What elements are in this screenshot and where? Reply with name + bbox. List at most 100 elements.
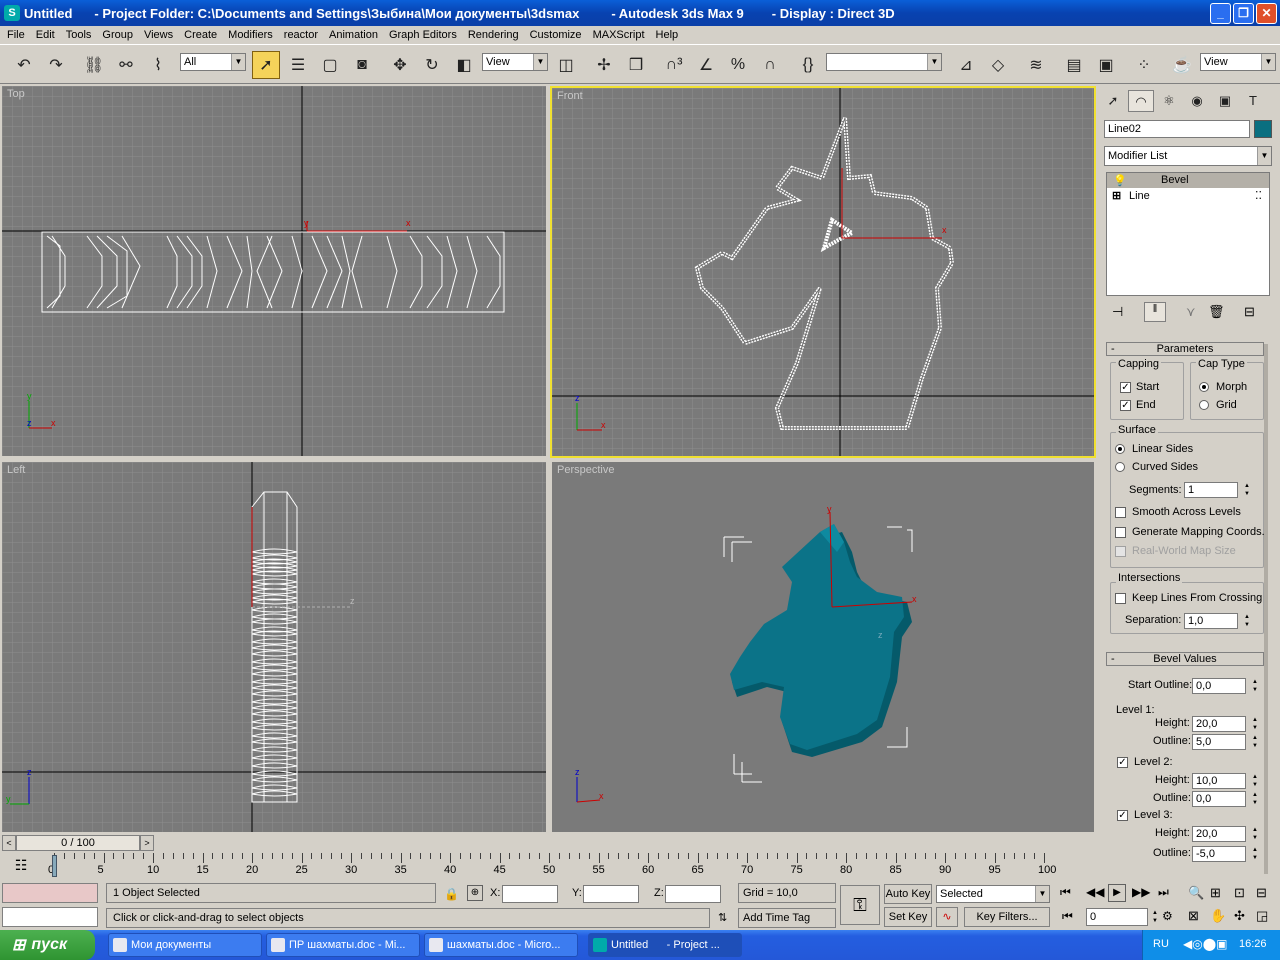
maxscript-listener-pink[interactable] <box>2 883 98 903</box>
viewport-left[interactable]: z z y Left <box>2 462 546 832</box>
create-tab-icon[interactable]: ➚ <box>1100 90 1126 112</box>
undo-icon[interactable]: ↶ <box>10 51 38 79</box>
expand-plus-icon[interactable]: ⊞ <box>1112 189 1121 202</box>
level3-height-spinner[interactable]: ▲ ▼ <box>1250 826 1260 842</box>
level2-outline-spinner[interactable]: ▲ ▼ <box>1250 791 1260 807</box>
stack-item-line[interactable]: ⊞ Line ⁚⁚ <box>1107 189 1269 204</box>
rect-selection-icon[interactable]: ▢ <box>316 51 344 79</box>
modify-tab-icon[interactable]: ◠ <box>1128 90 1154 112</box>
cap-end-checkbox[interactable]: ✓ <box>1120 400 1131 411</box>
z-coord-field[interactable] <box>665 885 721 903</box>
object-name-field[interactable]: Line02 <box>1104 120 1250 138</box>
keyboard-shortcut-icon[interactable]: ❒ <box>622 51 650 79</box>
modifier-list-dropdown[interactable]: Modifier List ▼ <box>1104 146 1272 166</box>
pivot-center-icon[interactable]: ◫ <box>552 51 580 79</box>
pin-stack-icon[interactable]: ⊣ <box>1112 304 1123 320</box>
real-world-map-checkbox[interactable] <box>1115 546 1126 557</box>
percent-snap-icon[interactable]: % <box>724 51 752 79</box>
align-icon[interactable]: ◇ <box>984 51 1012 79</box>
select-by-name-icon[interactable]: ☰ <box>284 51 312 79</box>
generate-mapping-checkbox[interactable] <box>1115 527 1126 538</box>
slider-right-arrow-icon[interactable]: > <box>140 835 154 851</box>
goto-end-icon[interactable]: ⏭ <box>1158 885 1169 900</box>
snap-3d-icon[interactable]: ∩³ <box>660 51 688 79</box>
level1-height-spinner[interactable]: ▲ ▼ <box>1250 716 1260 732</box>
maximize-viewport-icon[interactable]: ◲ <box>1256 908 1268 924</box>
menu-maxscript[interactable]: MAXScript <box>588 29 651 41</box>
level2-height-spinner[interactable]: ▲ ▼ <box>1250 773 1260 789</box>
zoom-extents-icon[interactable]: ⊡ <box>1234 885 1245 901</box>
key-filters-button[interactable]: Key Filters... <box>964 907 1050 927</box>
hierarchy-tab-icon[interactable]: ⚛ <box>1156 90 1182 112</box>
link-icon[interactable]: ⛓ <box>80 51 108 79</box>
segments-field[interactable]: 1 <box>1184 482 1238 498</box>
frame-spinner[interactable]: ▲ ▼ <box>1150 909 1160 925</box>
time-slider[interactable]: < 0 / 100 > <box>0 835 1098 853</box>
add-time-tag[interactable]: Add Time Tag <box>738 908 836 928</box>
curve-editor-icon[interactable]: ▤ <box>1060 51 1088 79</box>
separation-field[interactable]: 1,0 <box>1184 613 1238 629</box>
named-selection-dropdown[interactable]: ▼ <box>826 53 942 71</box>
menu-edit[interactable]: Edit <box>31 29 61 41</box>
rotate-icon[interactable]: ↻ <box>418 51 446 79</box>
configure-sets-icon[interactable]: ⊟ <box>1244 304 1255 320</box>
arc-rotate-icon[interactable]: ✣ <box>1234 908 1245 924</box>
menu-group[interactable]: Group <box>97 29 139 41</box>
zoom-region-icon[interactable]: ⊠ <box>1188 908 1199 924</box>
viewport-label-perspective[interactable]: Perspective <box>557 464 614 476</box>
level3-outline-field[interactable]: -5,0 <box>1192 846 1246 862</box>
menu-rendering[interactable]: Rendering <box>463 29 525 41</box>
maximize-button[interactable]: ❐ <box>1233 3 1254 24</box>
edit-named-selection-icon[interactable]: {} <box>794 51 822 79</box>
mirror-icon[interactable]: ⊿ <box>952 51 980 79</box>
segments-spinner[interactable]: ▲ ▼ <box>1242 482 1252 498</box>
cap-start-checkbox[interactable]: ✓ <box>1120 382 1131 393</box>
task-my-documents[interactable]: Мои документы <box>108 933 262 957</box>
menu-file[interactable]: File <box>2 29 31 41</box>
start-outline-spinner[interactable]: ▲ ▼ <box>1250 678 1260 694</box>
linear-sides-radio[interactable] <box>1115 444 1125 454</box>
reference-coordinate-dropdown[interactable]: View ▼ <box>482 53 548 71</box>
key-mode-dropdown[interactable]: Selected ▼ <box>936 885 1050 903</box>
panel-scrollbar[interactable] <box>1264 344 1268 874</box>
level1-outline-spinner[interactable]: ▲ ▼ <box>1250 734 1260 750</box>
absolute-mode-icon[interactable]: ⊕ <box>467 885 483 901</box>
parameters-rollout-header[interactable]: - Parameters <box>1106 342 1264 356</box>
close-button[interactable]: ✕ <box>1256 3 1277 24</box>
prev-frame-icon[interactable]: ◀◀ <box>1086 885 1104 899</box>
viewport-front[interactable]: x z x Front <box>550 86 1096 458</box>
zoom-icon[interactable]: 🔍 <box>1188 885 1204 901</box>
selection-filter-dropdown[interactable]: All ▼ <box>180 53 246 71</box>
scale-icon[interactable]: ◧ <box>450 51 478 79</box>
schematic-view-icon[interactable]: ▣ <box>1092 51 1120 79</box>
set-key-button[interactable]: Set Key <box>884 907 932 927</box>
level2-height-field[interactable]: 10,0 <box>1192 773 1246 789</box>
material-editor-icon[interactable]: ⁘ <box>1130 51 1158 79</box>
select-object-icon[interactable]: ➚ <box>252 51 280 79</box>
menu-graph-editors[interactable]: Graph Editors <box>384 29 463 41</box>
menu-reactor[interactable]: reactor <box>279 29 324 41</box>
level2-checkbox[interactable]: ✓ <box>1117 757 1128 768</box>
task-word-doc-1[interactable]: ПР шахматы.doc - Mi... <box>266 933 420 957</box>
next-frame-icon[interactable]: ▶▶ <box>1132 885 1150 899</box>
menu-modifiers[interactable]: Modifiers <box>223 29 279 41</box>
pan-icon[interactable]: ✋ <box>1210 908 1226 924</box>
time-config-icon[interactable]: ⚙ <box>1162 909 1173 923</box>
bevel-values-rollout-header[interactable]: - Bevel Values <box>1106 652 1264 666</box>
time-slider-thumb[interactable]: 0 / 100 <box>16 835 140 851</box>
curved-sides-radio[interactable] <box>1115 462 1125 472</box>
level1-height-field[interactable]: 20,0 <box>1192 716 1246 732</box>
y-coord-field[interactable] <box>583 885 639 903</box>
play-icon[interactable]: ▶ <box>1108 884 1126 902</box>
task-word-doc-2[interactable]: шахматы.doc - Micro... <box>424 933 578 957</box>
lightbulb-icon[interactable]: 💡 <box>1113 174 1127 187</box>
zoom-extents-all-icon[interactable]: ⊟ <box>1256 885 1267 901</box>
x-coord-field[interactable] <box>502 885 558 903</box>
level3-checkbox[interactable]: ✓ <box>1117 810 1128 821</box>
angle-snap-icon[interactable]: ∠ <box>692 51 720 79</box>
display-tab-icon[interactable]: ▣ <box>1212 90 1238 112</box>
start-button[interactable]: ⊞ пуск <box>0 930 95 960</box>
window-crossing-icon[interactable]: ◙ <box>348 51 376 79</box>
remove-modifier-icon[interactable]: 🗑 <box>1208 304 1225 320</box>
maxscript-listener-white[interactable] <box>2 907 98 927</box>
